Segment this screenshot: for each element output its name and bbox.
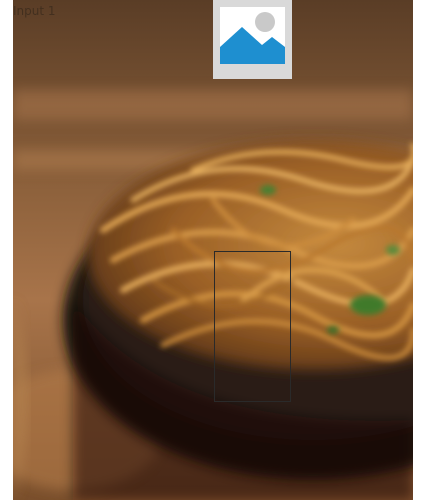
image-placeholder[interactable] <box>213 0 292 79</box>
crop-selection-box[interactable] <box>214 251 291 402</box>
image-placeholder-icon <box>220 7 285 64</box>
input-label: Input 1 <box>13 4 56 18</box>
image-canvas[interactable]: Input 1 <box>0 0 425 500</box>
